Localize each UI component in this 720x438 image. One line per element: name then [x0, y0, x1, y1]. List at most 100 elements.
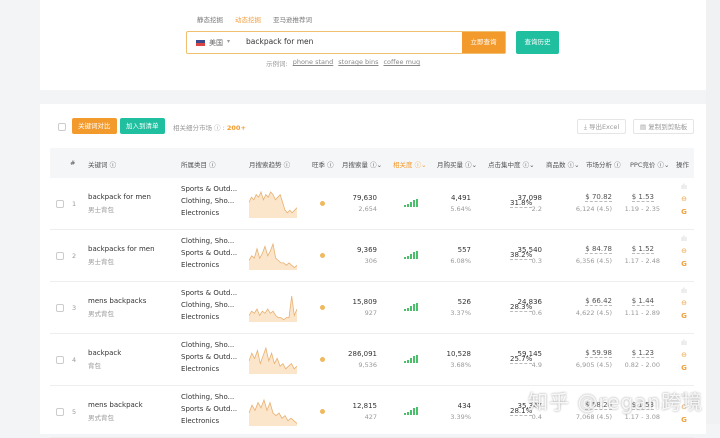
- compare-button[interactable]: 关键词对比: [72, 118, 117, 134]
- tab-amazon-recommend[interactable]: 亚马逊推荐词: [273, 14, 312, 24]
- trend-sparkline: [249, 398, 297, 426]
- chart-icon[interactable]: ılı: [679, 287, 689, 295]
- row-checkbox[interactable]: [56, 408, 64, 416]
- google-icon[interactable]: G: [679, 364, 689, 372]
- search-volume-daily: 427: [364, 413, 377, 421]
- relevance-bars-icon: [404, 251, 418, 259]
- category: Sports & Outd...: [181, 249, 238, 257]
- google-icon[interactable]: G: [679, 260, 689, 268]
- ppc-range: 1.19 - 2.35: [624, 205, 660, 213]
- row-index: 4: [72, 356, 77, 364]
- more-icon[interactable]: ⊖: [679, 195, 689, 203]
- chart-icon[interactable]: ılı: [679, 183, 689, 191]
- category: Clothing, Sho...: [181, 301, 235, 309]
- col-index: #: [70, 159, 76, 167]
- col-category[interactable]: 所属类目 ⓘ: [181, 159, 216, 169]
- tab-dynamic[interactable]: 动态挖掘: [235, 14, 261, 24]
- product-ratio: 2.2: [531, 205, 542, 213]
- col-ppc[interactable]: PPC竞价 ⓘ⌄: [630, 159, 669, 169]
- product-ratio: 4.9: [531, 361, 542, 369]
- more-icon[interactable]: ⊖: [679, 247, 689, 255]
- product-count: 35,540: [517, 246, 543, 254]
- more-icon[interactable]: ⊖: [679, 299, 689, 307]
- col-relevance[interactable]: 相关度 ⓘ⌄: [393, 159, 427, 169]
- more-icon[interactable]: ⊖: [679, 351, 689, 359]
- country-select[interactable]: 美国: [209, 38, 223, 48]
- col-click-concentration[interactable]: 点击集中度 ⓘ⌄: [488, 159, 535, 169]
- keyword-link[interactable]: backpack: [88, 349, 121, 357]
- col-purchases[interactable]: 月购买量 ⓘ⌄: [437, 159, 477, 169]
- export-label: 导出Excel: [588, 123, 620, 131]
- google-icon[interactable]: G: [679, 312, 689, 320]
- product-ratio: 0.3: [531, 257, 542, 265]
- row-index: 5: [72, 408, 77, 416]
- chevron-down-icon[interactable]: ▾: [227, 38, 230, 45]
- keyword-link[interactable]: backpack for men: [88, 193, 151, 201]
- row-checkbox[interactable]: [56, 304, 64, 312]
- select-all-checkbox[interactable]: [58, 123, 66, 131]
- keyword-translation: 男士背包: [88, 206, 114, 214]
- product-count: 24,836: [517, 298, 543, 306]
- reviews-rating: 4,622 (4.5): [575, 309, 612, 317]
- ppc-bid[interactable]: $ 1.52: [631, 245, 654, 254]
- col-trend[interactable]: 月搜索趋势 ⓘ: [249, 159, 290, 169]
- search-volume: 12,815: [352, 402, 378, 410]
- chart-icon[interactable]: ılı: [679, 235, 689, 243]
- col-keyword[interactable]: 关键词 ⓘ: [88, 159, 116, 169]
- example-link[interactable]: phone stand: [293, 58, 334, 68]
- ppc-bid[interactable]: $ 1.53: [631, 193, 654, 202]
- row-checkbox[interactable]: [56, 200, 64, 208]
- keyword-link[interactable]: mens backpacks: [88, 297, 146, 305]
- row-checkbox[interactable]: [56, 356, 64, 364]
- tab-static[interactable]: 静态挖掘: [197, 14, 223, 24]
- keyword-translation: 男式背包: [88, 310, 114, 318]
- keyword-translation: 男士背包: [88, 258, 114, 266]
- category: Clothing, Sho...: [181, 197, 235, 205]
- col-products[interactable]: 商品数 ⓘ⌄: [546, 159, 580, 169]
- example-link[interactable]: storage bins: [338, 58, 378, 68]
- col-market-analysis[interactable]: 市场分析 ⓘ: [586, 159, 621, 169]
- avg-price[interactable]: $ 84.78: [585, 245, 612, 254]
- purchase-rate: 6.08%: [450, 257, 471, 265]
- keyword-link[interactable]: backpacks for men: [88, 245, 155, 253]
- add-to-list-button[interactable]: 加入到清单: [120, 118, 165, 134]
- ppc-bid[interactable]: $ 1.44: [631, 297, 654, 306]
- trend-sparkline: [249, 190, 297, 218]
- search-button[interactable]: 立即查询: [462, 32, 505, 53]
- avg-price[interactable]: $ 59.98: [585, 349, 612, 358]
- example-link[interactable]: coffee mug: [383, 58, 420, 68]
- table-row: 3 mens backpacks 男式背包 Sports & Outd... C…: [50, 282, 694, 334]
- relevance-bars-icon: [404, 355, 418, 363]
- history-button[interactable]: 查询历史: [516, 31, 559, 54]
- export-excel-button[interactable]: ⤓ 导出Excel: [577, 119, 627, 134]
- table-header: # 关键词 ⓘ 所属类目 ⓘ 月搜索趋势 ⓘ 旺季 ⓘ 月搜索量 ⓘ⌄ 相关度 …: [50, 148, 694, 178]
- relevance-bars-icon: [404, 199, 418, 207]
- scrollbar-track[interactable]: [706, 0, 720, 424]
- google-icon[interactable]: G: [679, 208, 689, 216]
- ppc-bid[interactable]: $ 1.23: [631, 349, 654, 358]
- copy-clipboard-button[interactable]: ▤ 复制到剪贴板: [633, 119, 695, 134]
- category: Sports & Outd...: [181, 353, 238, 361]
- trend-area: [249, 244, 297, 270]
- relevance-bars-icon: [404, 407, 418, 415]
- search-input[interactable]: backpack for men: [246, 37, 313, 46]
- search-volume: 9,369: [356, 246, 377, 254]
- col-search-volume[interactable]: 月搜索量 ⓘ⌄: [342, 159, 382, 169]
- google-icon[interactable]: G: [679, 416, 689, 424]
- season-dot: [320, 201, 325, 206]
- related-markets: 相关细分市场 ⓘ : 200+: [173, 124, 246, 132]
- ppc-range: 0.82 - 2.00: [624, 361, 660, 369]
- avg-price[interactable]: $ 70.82: [585, 193, 612, 202]
- row-checkbox[interactable]: [56, 252, 64, 260]
- reviews-rating: 6,124 (4.5): [575, 205, 612, 213]
- purchase-rate: 3.39%: [450, 413, 471, 421]
- ppc-range: 1.11 - 2.89: [624, 309, 660, 317]
- keyword-link[interactable]: mens backpack: [88, 401, 143, 409]
- row-index: 3: [72, 304, 77, 312]
- col-season[interactable]: 旺季 ⓘ: [312, 159, 334, 169]
- row-index: 1: [72, 200, 77, 208]
- avg-price[interactable]: $ 66.42: [585, 297, 612, 306]
- chart-icon[interactable]: ılı: [679, 339, 689, 347]
- category: Clothing, Sho...: [181, 237, 235, 245]
- monthly-purchases: 10,528: [446, 350, 472, 358]
